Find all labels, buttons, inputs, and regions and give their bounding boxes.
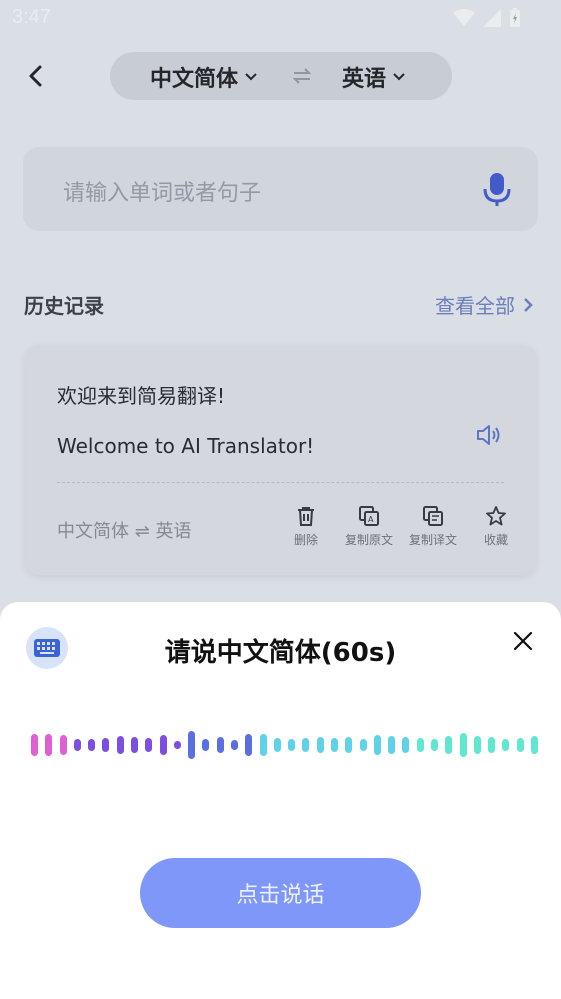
- signal-icon: [483, 9, 501, 27]
- source-language-dropdown[interactable]: 中文简体: [150, 61, 258, 93]
- waveform-bar: [102, 738, 110, 752]
- history-target-text: Welcome to AI Translator!: [57, 434, 315, 458]
- waveform-bar: [431, 739, 438, 751]
- status-time: 3:47: [12, 6, 51, 28]
- language-selector: 中文简体 英语: [110, 52, 452, 100]
- waveform-bar: [259, 734, 267, 756]
- waveform-bar: [131, 737, 138, 753]
- voice-sheet-title: 请说中文简体(60s): [164, 638, 397, 668]
- copy-source-label: 复制原文: [344, 533, 393, 547]
- waveform-bar: [73, 739, 81, 751]
- waveform-bar: [331, 738, 338, 752]
- waveform-bar: [188, 731, 196, 759]
- waveform-bar: [516, 738, 524, 752]
- speaker-icon[interactable]: [476, 423, 502, 447]
- waveform-bar: [373, 735, 381, 755]
- trash-icon: [298, 507, 314, 526]
- waveform-bar: [231, 740, 238, 750]
- copy-translation-button[interactable]: 复制译文: [401, 505, 465, 548]
- waveform-bar: [302, 738, 310, 752]
- voice-input-sheet: 请说中文简体(60s) 点击说话: [0, 602, 561, 999]
- waveform-bar: [273, 738, 281, 752]
- star-icon: [486, 506, 506, 526]
- waveform-bar: [531, 736, 538, 754]
- waveform-bar: [173, 741, 181, 749]
- favorite-button[interactable]: 收藏: [465, 505, 527, 548]
- delete-label: 删除: [293, 533, 318, 547]
- waveform-bar: [45, 734, 53, 756]
- waveform-bar: [388, 736, 396, 754]
- waveform-bar: [159, 735, 167, 755]
- wifi-icon: [453, 9, 475, 26]
- waveform-bar: [316, 737, 324, 753]
- delete-button[interactable]: 删除: [275, 505, 337, 548]
- tap-to-speak-label: 点击说话: [236, 883, 325, 908]
- history-title: 历史记录: [24, 294, 104, 318]
- view-all-label: 查看全部: [435, 294, 515, 318]
- waveform-bar: [502, 739, 510, 751]
- target-language-dropdown[interactable]: 英语: [342, 61, 406, 93]
- svg-text:A: A: [368, 515, 374, 524]
- waveform-bar: [488, 737, 496, 753]
- history-language-pair: 中文简体 ⇌ 英语: [57, 521, 192, 542]
- waveform-bar: [288, 739, 296, 751]
- waveform-bar: [473, 736, 481, 754]
- waveform-bar: [31, 734, 38, 756]
- waveform-bar: [359, 739, 367, 751]
- battery-icon: [510, 8, 520, 27]
- text-input-box[interactable]: 请输入单词或者句子: [23, 147, 538, 231]
- target-language-label: 英语: [342, 67, 387, 92]
- copy-translation-icon: [423, 506, 443, 526]
- history-source-text: 欢迎来到简易翻译!: [57, 384, 226, 408]
- close-icon[interactable]: [511, 629, 535, 653]
- voice-waveform: [0, 730, 561, 760]
- favorite-label: 收藏: [483, 533, 508, 547]
- waveform-bar: [145, 738, 153, 752]
- waveform-bar: [445, 736, 453, 754]
- tap-to-speak-button[interactable]: 点击说话: [140, 858, 421, 928]
- card-actions: 删除 A 复制原文 复制译文 收藏: [275, 505, 527, 548]
- waveform-bar: [245, 734, 253, 756]
- copy-translation-label: 复制译文: [408, 533, 457, 547]
- waveform-bar: [202, 739, 210, 751]
- waveform-bar: [345, 737, 353, 753]
- status-icons: [453, 8, 521, 28]
- status-bar: 3:47: [0, 0, 561, 38]
- source-language-label: 中文简体: [150, 67, 239, 92]
- waveform-bar: [416, 738, 424, 752]
- waveform-bar: [216, 737, 224, 753]
- waveform-bar: [116, 736, 124, 754]
- microphone-icon[interactable]: [482, 171, 512, 207]
- history-card[interactable]: 欢迎来到简易翻译! Welcome to AI Translator! 中文简体…: [25, 345, 536, 575]
- chevron-right-icon: [524, 297, 533, 312]
- swap-languages-icon[interactable]: [292, 66, 312, 86]
- waveform-bar: [59, 735, 67, 755]
- waveform-bar: [402, 737, 410, 753]
- back-arrow-icon[interactable]: [22, 62, 50, 90]
- top-bar: 中文简体 英语: [0, 52, 561, 102]
- card-divider: [57, 482, 504, 483]
- waveform-bar: [88, 739, 96, 751]
- waveform-bar: [459, 733, 467, 757]
- chevron-down-icon: [393, 73, 405, 81]
- input-placeholder: 请输入单词或者句子: [63, 181, 262, 206]
- chevron-down-icon: [245, 73, 257, 81]
- copy-source-button[interactable]: A 复制原文: [337, 505, 401, 548]
- copy-source-icon: A: [359, 506, 379, 526]
- view-all-link[interactable]: 查看全部: [435, 290, 533, 319]
